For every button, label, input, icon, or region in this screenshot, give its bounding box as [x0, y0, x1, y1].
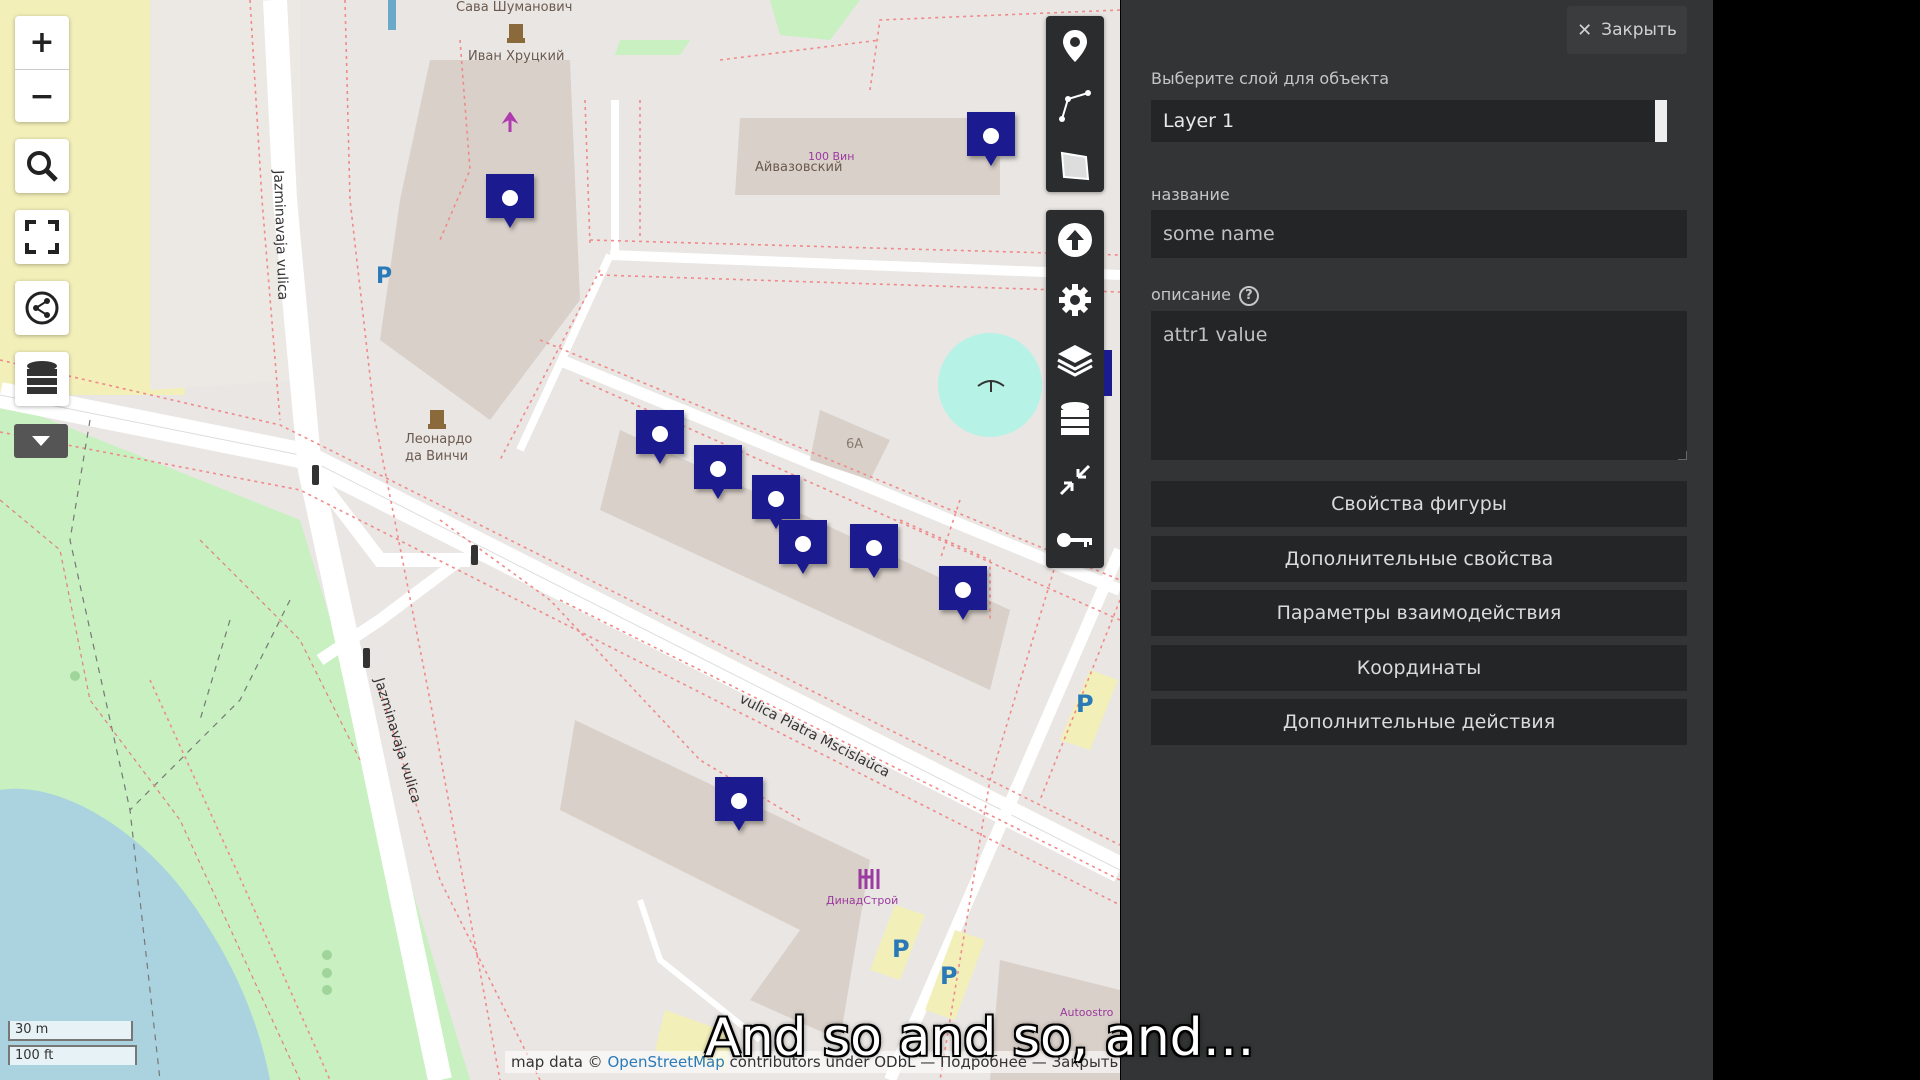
- label-vin: 100 Вин: [808, 150, 855, 163]
- map-marker[interactable]: [486, 174, 534, 232]
- extra-actions-button[interactable]: Дополнительные действия: [1151, 699, 1687, 745]
- scale-imperial: 100 ft: [8, 1045, 137, 1065]
- fullscreen-button[interactable]: [15, 210, 69, 264]
- close-button[interactable]: ✕ Закрыть: [1567, 6, 1687, 54]
- gear-icon: [1059, 284, 1091, 316]
- tools-toolbar: [1046, 210, 1104, 568]
- description-field-label: описание?: [1151, 285, 1259, 306]
- label-building-6a: 6А: [846, 437, 864, 452]
- name-field-label: название: [1151, 185, 1230, 204]
- label-leonardo-1: Леонардо: [405, 432, 473, 447]
- interaction-options-button[interactable]: Параметры взаимодействия: [1151, 590, 1687, 636]
- restaurant-icon: [858, 869, 880, 889]
- zoom-in-button[interactable]: +: [15, 16, 69, 69]
- map-marker[interactable]: [694, 445, 742, 503]
- textarea-resize-handle[interactable]: [1678, 451, 1687, 460]
- polygon-icon: [1060, 151, 1090, 181]
- description-label-text: описание: [1151, 285, 1231, 304]
- map-base-layer: [0, 0, 1120, 1080]
- help-icon[interactable]: ?: [1238, 285, 1259, 306]
- share-button[interactable]: [15, 281, 69, 335]
- map-marker[interactable]: [850, 524, 898, 582]
- parking-bike-label: P: [376, 264, 393, 289]
- upload-tool[interactable]: [1046, 210, 1104, 270]
- upload-icon: [1058, 223, 1092, 257]
- layer-select-label: Выберите слой для объекта: [1151, 69, 1390, 88]
- layers-icon: [1057, 345, 1093, 377]
- letterbox-right: [1713, 0, 1920, 1080]
- layers-tool[interactable]: [1046, 330, 1104, 390]
- draw-line-tool[interactable]: [1046, 76, 1104, 136]
- database-icon: [1061, 402, 1089, 435]
- fountain-icon: [977, 380, 1005, 392]
- database-tool[interactable]: [1046, 390, 1104, 450]
- map-marker[interactable]: [715, 777, 763, 835]
- layer-select-value: Layer 1: [1163, 110, 1235, 132]
- scale-metric: 30 m: [8, 1021, 133, 1041]
- close-label: Закрыть: [1601, 20, 1677, 40]
- collapse-tool[interactable]: [1046, 450, 1104, 510]
- coordinates-button[interactable]: Координаты: [1151, 645, 1687, 691]
- description-textarea[interactable]: attr1 value: [1151, 311, 1687, 460]
- layer-select[interactable]: Layer 1: [1151, 100, 1667, 142]
- zoom-out-button[interactable]: −: [15, 69, 69, 123]
- monument-icon: [507, 24, 525, 43]
- select-arrow-icon: [1655, 100, 1667, 142]
- map-marker[interactable]: [939, 566, 987, 624]
- draw-toolbar: [1046, 16, 1104, 192]
- data-layers-button[interactable]: [15, 352, 69, 406]
- settings-tool[interactable]: [1046, 270, 1104, 330]
- zoom-control: + −: [15, 16, 69, 122]
- parking-label-1: P: [1076, 690, 1094, 718]
- parking-label-2: P: [892, 935, 910, 963]
- map-marker[interactable]: [779, 520, 827, 578]
- marker-icon: [1063, 30, 1087, 62]
- flower-icon: [501, 112, 519, 132]
- polyline-icon: [1059, 90, 1091, 122]
- database-icon: [27, 361, 57, 394]
- label-sava: Сава Шуманович: [456, 0, 573, 15]
- map-marker[interactable]: [636, 410, 684, 468]
- dropdown-icon: [32, 436, 50, 446]
- parking-label-3: P: [940, 962, 958, 990]
- search-icon: [27, 151, 58, 182]
- draw-marker-tool[interactable]: [1046, 16, 1104, 76]
- label-leonardo-2: да Винчи: [405, 449, 469, 464]
- monument-icon-2: [428, 410, 446, 429]
- key-icon: [1057, 533, 1092, 547]
- shape-properties-button[interactable]: Свойства фигуры: [1151, 481, 1687, 527]
- fullscreen-icon: [25, 220, 59, 254]
- video-subtitle: And so and so, and…: [705, 1008, 1255, 1068]
- key-tool[interactable]: [1046, 510, 1104, 570]
- search-button[interactable]: [15, 139, 69, 193]
- share-icon: [25, 291, 59, 325]
- more-controls-button[interactable]: [14, 424, 68, 458]
- collapse-icon: [1059, 464, 1091, 496]
- name-input[interactable]: some name: [1151, 210, 1687, 258]
- attribution-prefix: map data ©: [511, 1053, 603, 1071]
- label-ivan: Иван Хруцкий: [468, 49, 565, 64]
- marker-edge: [1104, 350, 1112, 396]
- close-icon: ✕: [1577, 19, 1593, 41]
- water-tap-icon: [388, 0, 396, 30]
- map-marker[interactable]: [967, 112, 1015, 170]
- label-dinadstroy: ДинадСтрой: [826, 894, 899, 907]
- extra-properties-button[interactable]: Дополнительные свойства: [1151, 536, 1687, 582]
- map-canvas[interactable]: P P P P Сава Шуманович Иван Хруцкий Айва…: [0, 0, 1120, 1080]
- draw-polygon-tool[interactable]: [1046, 136, 1104, 196]
